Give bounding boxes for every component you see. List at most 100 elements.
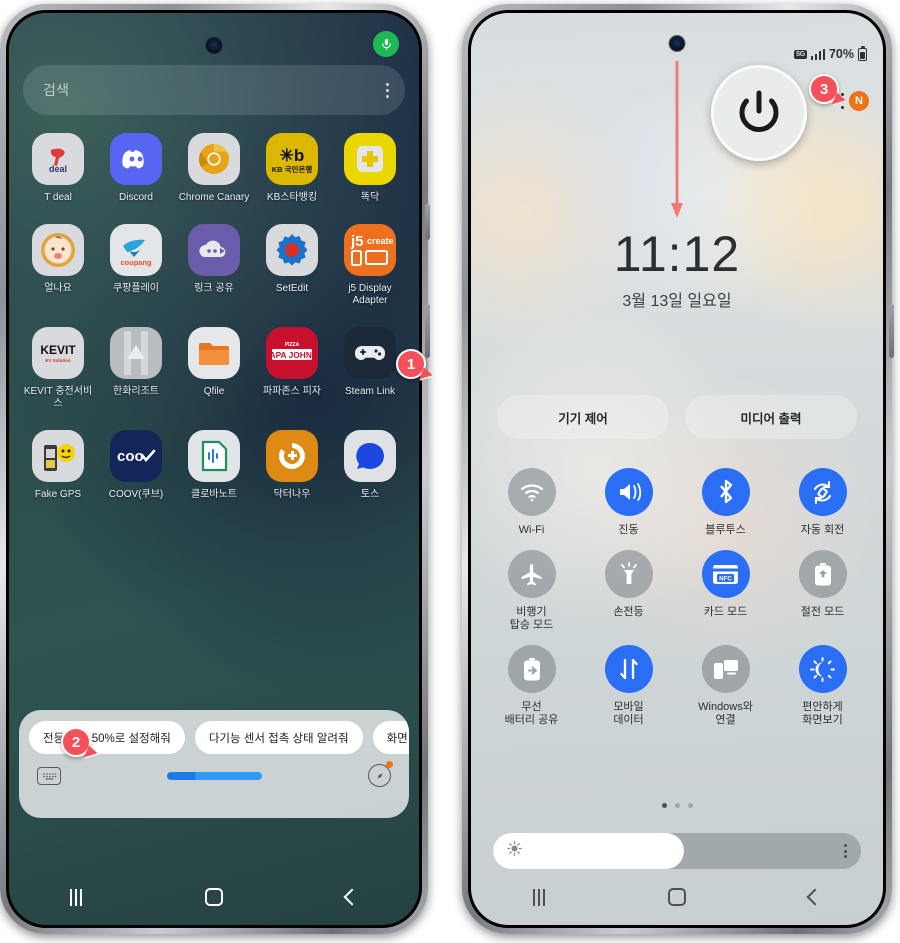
page-dot[interactable]: [687, 803, 693, 808]
app-item-hanwha-resort[interactable]: 한화리조트: [97, 327, 175, 410]
svg-text:coupang: coupang: [120, 258, 152, 267]
svg-text:coo: coo: [117, 448, 144, 465]
recent-apps-icon[interactable]: [532, 888, 545, 906]
back-icon[interactable]: [343, 888, 361, 906]
app-item-toss[interactable]: 토스: [331, 430, 409, 501]
kebab-menu-icon[interactable]: [386, 82, 389, 98]
toggle-bluetooth[interactable]: 블루투스: [677, 468, 774, 537]
toggle-airplane-mode[interactable]: 비행기 탑승 모드: [483, 550, 580, 632]
toggle-link-to-windows[interactable]: Windows와 연결: [677, 645, 774, 727]
eolnayo-icon: [32, 224, 84, 276]
home-icon[interactable]: [667, 888, 686, 906]
signal-bars-icon: [810, 48, 825, 60]
microphone-icon[interactable]: [373, 31, 399, 57]
link-to-windows-icon: [701, 645, 750, 693]
app-item-coupang-play[interactable]: coupang 쿠팡플레이: [97, 224, 175, 307]
side-key-button-right[interactable]: [889, 304, 894, 358]
clova-note-icon: [188, 430, 240, 482]
phone-right-screen: 5G 70% N 11:12 3월 13일 일요일 기기 제어 미디어 출력 W…: [471, 13, 883, 925]
app-item-fake-gps[interactable]: Fake GPS: [19, 430, 97, 501]
app-label: 쿠팡플레이: [113, 283, 159, 294]
status-badge[interactable]: N: [849, 91, 869, 111]
toggle-label: Windows와 연결: [698, 701, 753, 726]
app-label: Steam Link: [344, 386, 396, 397]
recent-apps-icon[interactable]: [70, 888, 83, 906]
app-item-qfile[interactable]: Qfile: [175, 327, 253, 410]
search-input[interactable]: 검색: [23, 65, 405, 115]
app-grid: deal T deal Discord Chrome Canary ✳b KB …: [19, 133, 409, 521]
toggle-auto-rotate[interactable]: 자동 회전: [774, 468, 871, 537]
toggle-wifi[interactable]: Wi-Fi: [483, 468, 580, 537]
app-label: KEVIT 충전서비스: [23, 386, 93, 409]
compass-icon[interactable]: [368, 761, 393, 787]
toggle-label: 편안하게 화면보기: [802, 701, 843, 726]
toggle-card-mode[interactable]: NFC 카드 모드: [677, 550, 774, 632]
battery-icon: [858, 47, 867, 61]
app-item-discord[interactable]: Discord: [97, 133, 175, 204]
app-item-clova-note[interactable]: 클로바노트: [175, 430, 253, 501]
phone-left-screen: 검색 deal T deal Discord Chrome Canary ✳b …: [9, 13, 419, 925]
app-row: Fake GPS coo COOV(쿠브) 클로바노트 닥터나우 토스: [19, 430, 409, 501]
app-item-coov[interactable]: coo COOV(쿠브): [97, 430, 175, 501]
app-item-ddocdoc[interactable]: 똑닥: [331, 133, 409, 204]
page-dot[interactable]: [661, 803, 667, 808]
svg-text:KEVIT: KEVIT: [40, 343, 76, 357]
toggle-label: 모바일 데이터: [613, 701, 644, 726]
screenshot-stage: 검색 deal T deal Discord Chrome Canary ✳b …: [0, 0, 900, 943]
quick-settings-row: Wi-Fi 진동 블루투스 자동 회전: [483, 468, 871, 537]
app-item-link-sharing[interactable]: 링크 공유: [175, 224, 253, 307]
app-label: 닥터나우: [273, 489, 311, 500]
media-output-button[interactable]: 미디어 출력: [685, 395, 857, 439]
page-dot[interactable]: [674, 803, 680, 808]
app-item-doctor-now[interactable]: 닥터나우: [253, 430, 331, 501]
toggle-eye-comfort-shield[interactable]: 편안하게 화면보기: [774, 645, 871, 727]
app-item-papa-johns[interactable]: PIZZA PAPA JOHN'S 파파존스 피자: [253, 327, 331, 410]
back-icon[interactable]: [806, 888, 824, 906]
search-placeholder: 검색: [43, 82, 70, 98]
app-label: SetEdit: [275, 283, 309, 294]
app-item-j5create[interactable]: j5 create j5 Display Adapter: [331, 224, 409, 307]
suggestion-chip[interactable]: 화면 더 밝게 하: [372, 721, 409, 754]
toggle-vibrate[interactable]: 진동: [580, 468, 677, 537]
notification-dot: [386, 761, 393, 768]
toggle-label: 손전등: [613, 606, 644, 618]
flashlight-icon: [604, 550, 653, 598]
toggle-flashlight[interactable]: 손전등: [580, 550, 677, 632]
app-item-chrome-canary[interactable]: Chrome Canary: [175, 133, 253, 204]
device-control-button[interactable]: 기기 제어: [497, 395, 669, 439]
brightness-slider[interactable]: [493, 833, 861, 869]
app-label: 얼나요: [44, 283, 72, 294]
suggestion-chip[interactable]: 다기능 센서 접촉 상태 알려줘: [194, 721, 363, 754]
quick-settings-row: 무선 배터리 공유 모바일 데이터 Windows와 연결 편안하게 화면보기: [483, 645, 871, 727]
toggle-label: 비행기 탑승 모드: [509, 606, 554, 631]
app-item-t-deal[interactable]: deal T deal: [19, 133, 97, 204]
airplane-icon: [507, 550, 556, 598]
toggle-power-saving[interactable]: 절전 모드: [774, 550, 871, 632]
toggle-mobile-data[interactable]: 모바일 데이터: [580, 645, 677, 727]
j5create-icon: j5 create: [344, 224, 396, 276]
vibrate-icon: [604, 468, 653, 516]
app-item-kb-star-banking[interactable]: ✳b KB 국민은행 KB스타뱅킹: [253, 133, 331, 204]
link-sharing-icon: [188, 224, 240, 276]
kb-star-banking-icon: ✳b KB 국민은행: [266, 133, 318, 185]
app-item-setedit[interactable]: SetEdit: [253, 224, 331, 307]
power-button-icon[interactable]: [711, 65, 807, 161]
bluetooth-icon: [701, 468, 750, 516]
suggestion-chip[interactable]: 전등 밝기 50%로 설정해줘: [29, 721, 185, 754]
app-item-eolnayo[interactable]: 얼나요: [19, 224, 97, 307]
svg-text:✳b: ✳b: [280, 146, 305, 165]
quick-panel-control-row: 기기 제어 미디어 출력: [497, 395, 857, 439]
papa-johns-icon: PIZZA PAPA JOHN'S: [266, 327, 318, 379]
home-icon[interactable]: [204, 888, 223, 906]
keyboard-icon[interactable]: [37, 766, 61, 785]
hanwha-resort-icon: [110, 327, 162, 379]
app-item-kevit[interactable]: KEVIT EV Solution KEVIT 충전서비스: [19, 327, 97, 410]
toggle-wireless-battery-share[interactable]: 무선 배터리 공유: [483, 645, 580, 727]
toggle-label: 카드 모드: [703, 606, 748, 618]
bixby-controls-row: [19, 754, 409, 787]
app-label: 링크 공유: [194, 283, 234, 294]
doctor-now-icon: [266, 430, 318, 482]
brightness-kebab-menu-icon[interactable]: [844, 844, 847, 858]
volume-button[interactable]: [425, 204, 430, 240]
app-label: T deal: [44, 192, 72, 203]
